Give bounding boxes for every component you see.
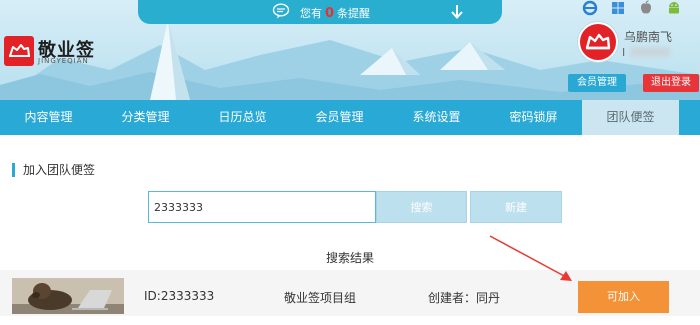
apple-icon[interactable] (638, 0, 654, 16)
nav-item-member[interactable]: 会员管理 (291, 100, 388, 135)
search-button[interactable]: 搜索 (376, 191, 467, 223)
logo-mark (4, 36, 34, 66)
main-nav: 内容管理 分类管理 日历总览 会员管理 系统设置 密码锁屏 团队便签 (0, 100, 700, 135)
logo-subtitle: JINGYEQIAN (38, 57, 89, 65)
member-management-button[interactable]: 会员管理 (568, 74, 626, 92)
user-id: I (622, 46, 626, 59)
nav-item-content[interactable]: 内容管理 (0, 100, 97, 135)
result-group-name: 敬业签项目组 (284, 291, 357, 305)
notice-text: 您有 0 条提醒 (300, 5, 370, 21)
team-search-input[interactable] (148, 191, 376, 223)
dog-laptop-image (12, 278, 124, 314)
result-creator: 创建者：同丹 (428, 291, 501, 305)
message-icon (272, 3, 290, 19)
notice-prefix: 您有 (300, 7, 322, 20)
notice-count: 0 (325, 6, 335, 21)
nav-item-calendar[interactable]: 日历总览 (194, 100, 291, 135)
new-button[interactable]: 新建 (470, 191, 562, 223)
logo-icon (9, 44, 30, 57)
user-name: 乌鹏南飞 (624, 30, 673, 44)
result-id: ID:2333333 (144, 289, 215, 303)
section-title: 加入团队便签 (12, 163, 95, 177)
android-icon[interactable] (666, 0, 682, 16)
avatar[interactable] (578, 22, 618, 62)
nav-item-category[interactable]: 分类管理 (97, 100, 194, 135)
nav-item-lock[interactable]: 密码锁屏 (485, 100, 582, 135)
nav-item-team[interactable]: 团队便签 (582, 100, 679, 135)
avatar-logo-icon (585, 33, 611, 50)
ie-icon[interactable] (582, 0, 598, 16)
results-title: 搜索结果 (326, 251, 375, 265)
header: 您有 0 条提醒 敬业签 JINGYEQIAN 乌鹏南飞 I 会员管理 退出登录 (0, 0, 700, 100)
team-thumbnail (12, 278, 124, 314)
notice-bar[interactable]: 您有 0 条提醒 (138, 0, 502, 24)
logout-button[interactable]: 退出登录 (643, 74, 699, 92)
windows-icon[interactable] (610, 0, 626, 16)
user-id-redacted (630, 47, 670, 57)
notice-suffix: 条提醒 (337, 7, 371, 20)
join-button[interactable]: 可加入 (578, 281, 669, 313)
download-icon[interactable] (450, 4, 464, 20)
nav-item-settings[interactable]: 系统设置 (388, 100, 485, 135)
